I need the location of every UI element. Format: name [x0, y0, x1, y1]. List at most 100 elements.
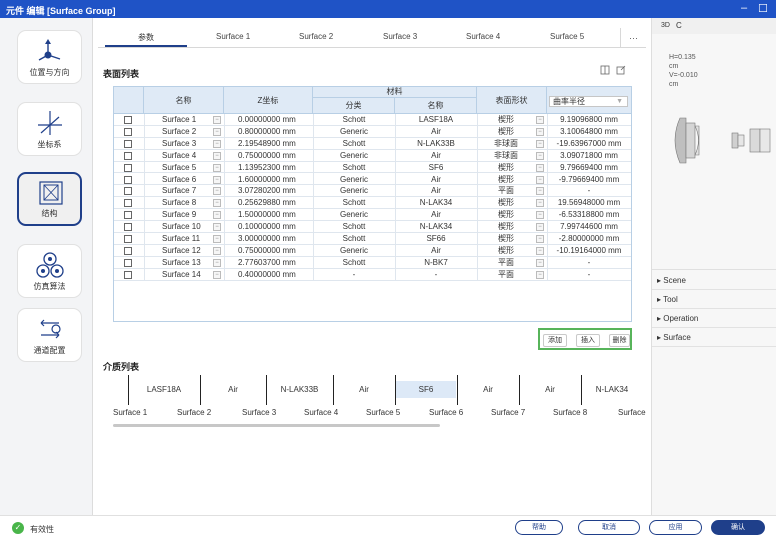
- view-mode-label[interactable]: 3D: [661, 22, 670, 29]
- export-icon[interactable]: [616, 65, 626, 75]
- material-category[interactable]: Generic: [313, 245, 395, 257]
- apply-button[interactable]: 应用: [649, 520, 702, 535]
- tab-surface-1[interactable]: Surface 1: [216, 32, 250, 41]
- surface-shape[interactable]: 非球面: [477, 150, 535, 162]
- surface-shape[interactable]: 楔形: [477, 126, 535, 138]
- medium-cell[interactable]: Air: [334, 381, 394, 398]
- row-checkbox[interactable]: [124, 127, 132, 136]
- medium-cell[interactable]: Air: [520, 381, 580, 398]
- add-button[interactable]: 添加: [543, 334, 567, 347]
- material-category[interactable]: Schott: [313, 114, 395, 126]
- curvature-radius[interactable]: -6.53318800 mm: [547, 209, 631, 221]
- material-name[interactable]: Air: [395, 126, 477, 138]
- medium-cell-selected[interactable]: SF6: [396, 381, 456, 398]
- curvature-radius[interactable]: 9.79669400 mm: [547, 162, 631, 174]
- help-button[interactable]: 帮助: [515, 520, 563, 535]
- row-checkbox[interactable]: [124, 175, 132, 184]
- tab-surface-3[interactable]: Surface 3: [383, 32, 417, 41]
- curvature-radius[interactable]: -: [547, 185, 631, 197]
- curvature-radius[interactable]: 19.56948000 mm: [547, 197, 631, 209]
- material-name[interactable]: N-LAK33B: [395, 138, 477, 150]
- medium-cell[interactable]: N-LAK34: [582, 381, 642, 398]
- material-name[interactable]: -: [395, 269, 477, 281]
- material-name[interactable]: Air: [395, 185, 477, 197]
- table-row[interactable]: Surface 14−0.40000000 mm - - 平面 − -: [114, 269, 631, 281]
- medium-cell[interactable]: N-LAK33B: [267, 381, 332, 398]
- sidebar-item-structure[interactable]: 结构: [17, 172, 82, 226]
- medium-cell[interactable]: LASF18A: [129, 381, 199, 398]
- shape-dropdown-icon[interactable]: −: [536, 235, 544, 243]
- table-row[interactable]: Surface 11−3.00000000 mm Schott SF66 楔形 − -2.…: [114, 233, 631, 245]
- expand-icon[interactable]: −: [213, 163, 221, 172]
- z-value[interactable]: 0.75000000 mm: [238, 150, 296, 162]
- expand-icon[interactable]: −: [213, 258, 221, 267]
- table-row[interactable]: Surface 10−0.10000000 mm Schott N-LAK34 楔形 −…: [114, 221, 631, 233]
- expand-icon[interactable]: −: [213, 175, 221, 184]
- shape-dropdown-icon[interactable]: −: [536, 270, 544, 279]
- sidebar-item-coordinate[interactable]: 坐标系: [17, 102, 82, 156]
- surface-section[interactable]: ▸ Surface: [652, 328, 776, 347]
- shape-dropdown-icon[interactable]: −: [536, 211, 544, 220]
- expand-icon[interactable]: −: [213, 187, 221, 196]
- curvature-radius[interactable]: -: [547, 269, 631, 281]
- sidebar-item-simulation[interactable]: 仿真算法: [17, 244, 82, 298]
- refresh-icon[interactable]: C: [676, 21, 682, 30]
- row-checkbox[interactable]: [124, 211, 132, 220]
- material-category[interactable]: Generic: [313, 174, 395, 186]
- shape-dropdown-icon[interactable]: −: [536, 139, 544, 148]
- material-name[interactable]: SF66: [395, 233, 477, 245]
- table-row[interactable]: Surface 6−1.60000000 mm Generic Air 楔形 − -9.7…: [114, 174, 631, 186]
- row-checkbox[interactable]: [124, 270, 132, 279]
- expand-icon[interactable]: −: [213, 270, 221, 279]
- material-category[interactable]: Schott: [313, 257, 395, 269]
- table-row[interactable]: Surface 4−0.75000000 mm Generic Air 非球面 −3.0…: [114, 150, 631, 162]
- expand-icon[interactable]: −: [213, 211, 221, 220]
- curvature-radius[interactable]: -: [547, 257, 631, 269]
- z-value[interactable]: 3.00000000 mm: [238, 233, 296, 245]
- z-value[interactable]: 1.13952300 mm: [238, 162, 296, 174]
- table-row[interactable]: Surface 8−0.25629880 mm Schott N-LAK34 楔形 −1…: [114, 197, 631, 210]
- curvature-radius[interactable]: -2.80000000 mm: [547, 233, 631, 245]
- curvature-radius[interactable]: -10.19164000 mm: [547, 245, 631, 257]
- material-category[interactable]: Generic: [313, 126, 395, 138]
- shape-dropdown-icon[interactable]: −: [536, 187, 544, 196]
- row-checkbox[interactable]: [124, 223, 132, 232]
- z-value[interactable]: 0.00000000 mm: [238, 114, 296, 126]
- table-row[interactable]: Surface 13−2.77603700 mm Schott N-BK7 平面 − -: [114, 257, 631, 269]
- surface-shape[interactable]: 楔形: [477, 221, 535, 233]
- row-checkbox[interactable]: [124, 163, 132, 172]
- table-row[interactable]: Surface 1−0.00000000 mm Schott LASF18A 楔形 −9…: [114, 114, 631, 126]
- z-value[interactable]: 0.10000000 mm: [238, 221, 296, 233]
- panel-splitter[interactable]: [652, 269, 776, 270]
- material-category[interactable]: Schott: [313, 221, 395, 233]
- expand-icon[interactable]: −: [213, 235, 221, 243]
- shape-dropdown-icon[interactable]: −: [536, 246, 544, 255]
- shape-dropdown-icon[interactable]: −: [536, 116, 544, 124]
- curvature-radius[interactable]: -9.79669400 mm: [547, 174, 631, 186]
- expand-icon[interactable]: −: [213, 116, 221, 124]
- material-category[interactable]: Generic: [313, 150, 395, 162]
- scene-section[interactable]: ▸ Scene: [652, 271, 776, 290]
- surface-shape[interactable]: 楔形: [477, 197, 535, 209]
- material-name[interactable]: N-LAK34: [395, 221, 477, 233]
- expand-icon[interactable]: −: [213, 223, 221, 232]
- shape-dropdown-icon[interactable]: −: [536, 163, 544, 172]
- table-row[interactable]: Surface 2−0.80000000 mm Generic Air 楔形 −3.10…: [114, 126, 631, 138]
- surface-shape[interactable]: 平面: [477, 257, 535, 269]
- row-checkbox[interactable]: [124, 246, 132, 255]
- tab-parameters[interactable]: 参数: [138, 32, 154, 43]
- sidebar-item-position[interactable]: 位置与方向: [17, 30, 82, 84]
- material-category[interactable]: Generic: [313, 209, 395, 221]
- surface-shape[interactable]: 楔形: [477, 245, 535, 257]
- z-value[interactable]: 0.80000000 mm: [238, 126, 296, 138]
- material-name[interactable]: Air: [395, 174, 477, 186]
- row-checkbox[interactable]: [124, 116, 132, 124]
- material-category[interactable]: Schott: [313, 197, 395, 209]
- medium-cell[interactable]: Air: [458, 381, 518, 398]
- shape-dropdown-icon[interactable]: −: [536, 258, 544, 267]
- material-name[interactable]: N-LAK34: [395, 197, 477, 209]
- row-checkbox[interactable]: [124, 235, 132, 243]
- material-name[interactable]: Air: [395, 209, 477, 221]
- material-category[interactable]: -: [313, 269, 395, 281]
- z-value[interactable]: 3.07280200 mm: [238, 185, 296, 197]
